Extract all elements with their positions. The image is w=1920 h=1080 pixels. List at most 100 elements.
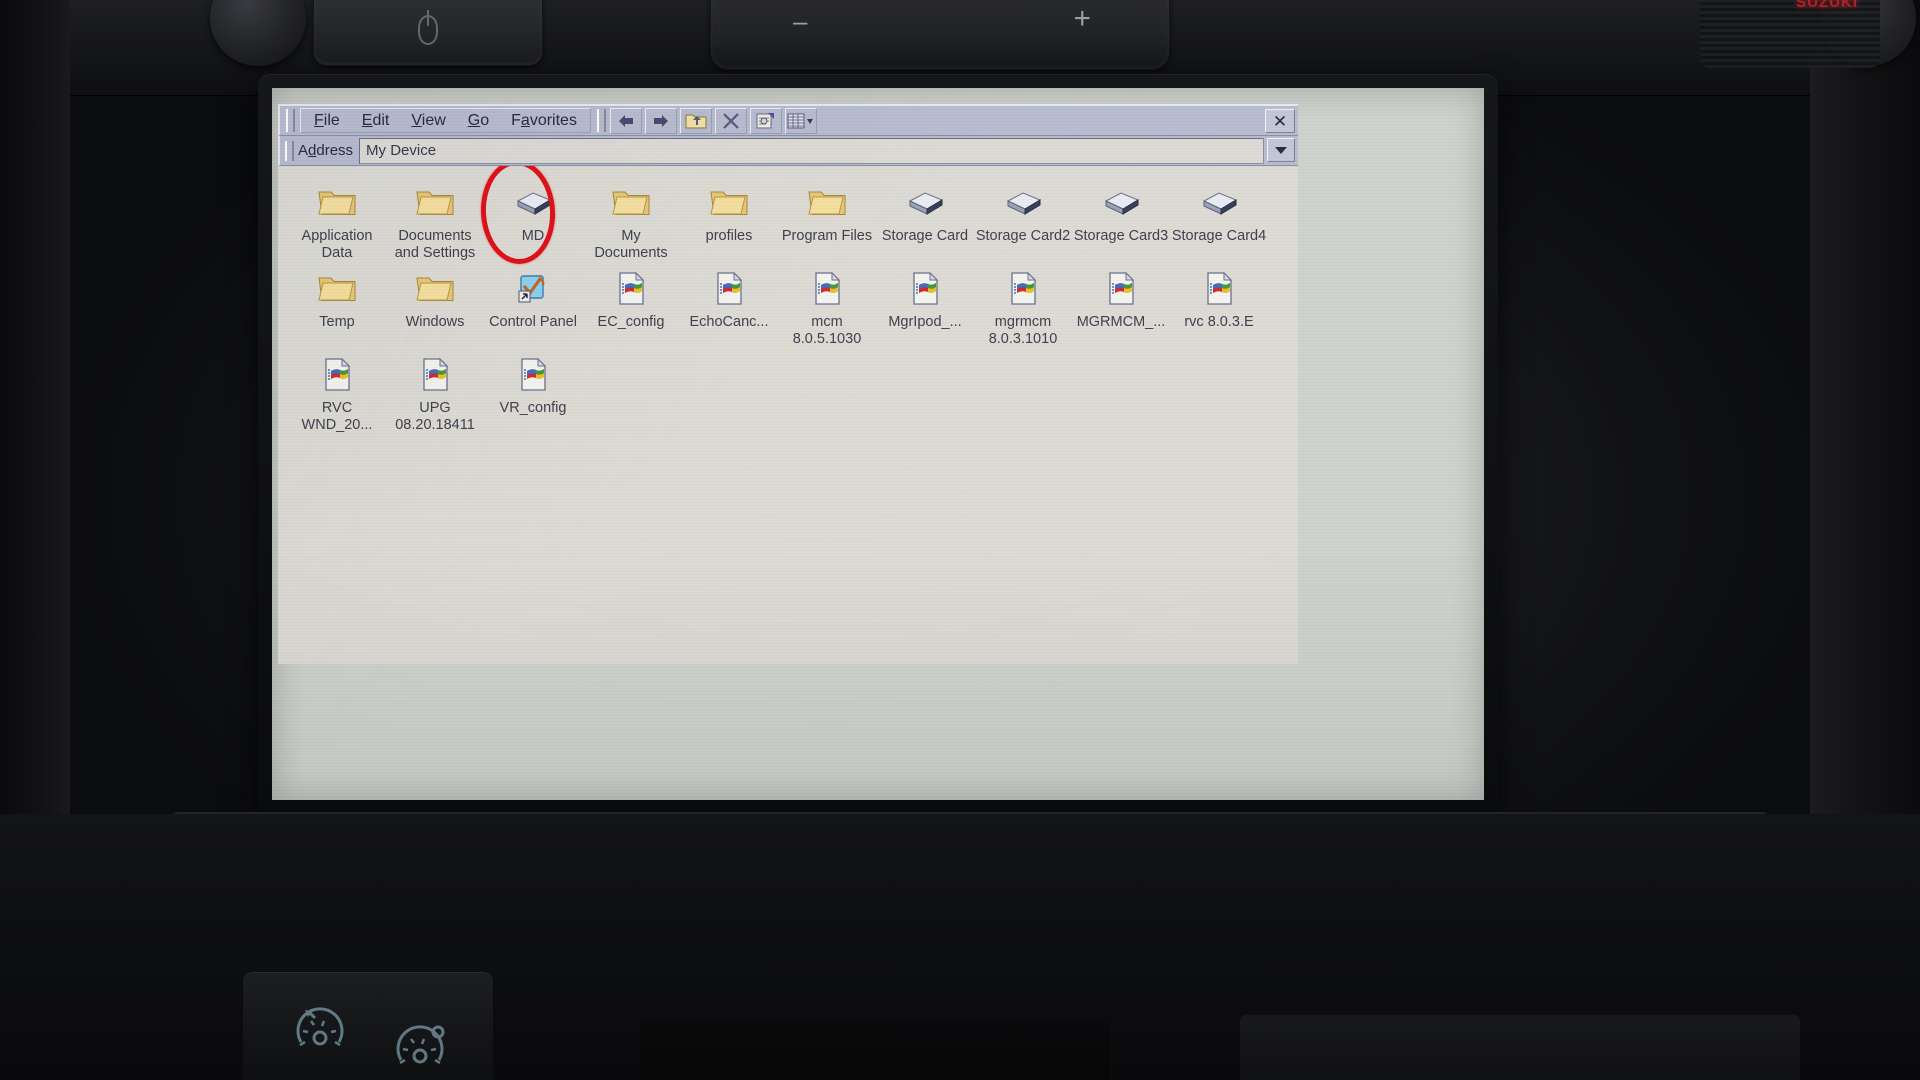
file-item[interactable]: Storage Card2 (974, 176, 1072, 262)
file-icon-wrap (1002, 180, 1044, 224)
view-mode-button[interactable] (784, 107, 817, 134)
file-icon-wrap (904, 266, 946, 310)
file-item[interactable]: My Documents (582, 176, 680, 262)
exe-file-icon (325, 357, 351, 391)
file-icon-wrap (316, 266, 358, 310)
file-row: Temp Windows Control Panel EC_config Ech… (288, 262, 1290, 348)
back-button[interactable] (609, 107, 642, 134)
file-row: RVC WND_20... UPG 08.20.18411 VR_config (288, 348, 1290, 434)
exe-file-icon (1207, 271, 1233, 305)
file-item[interactable]: profiles (680, 176, 778, 262)
file-item[interactable]: MGRMCM_... (1072, 262, 1170, 348)
toolbar-grip[interactable] (596, 109, 606, 132)
speed-limiter-button[interactable] (391, 1020, 449, 1078)
folder-up-icon (685, 114, 707, 128)
file-icon-wrap (316, 352, 358, 396)
file-item[interactable]: MD (484, 176, 582, 262)
menu-item-file[interactable]: File (303, 110, 351, 132)
address-label: Address (298, 142, 354, 159)
toolbar (609, 107, 818, 134)
file-icon-wrap (512, 180, 554, 224)
file-item[interactable]: Application Data (288, 176, 386, 262)
file-item[interactable]: EchoCanc... (680, 262, 778, 348)
file-item[interactable]: rvc 8.0.3.E (1170, 262, 1268, 348)
volume-down-button[interactable]: – (793, 8, 807, 34)
exe-file-icon (913, 271, 939, 305)
close-button[interactable]: ✕ (1265, 109, 1295, 133)
file-item[interactable]: Storage Card (876, 176, 974, 262)
forward-button[interactable] (644, 107, 677, 134)
switch-pod (243, 972, 493, 1080)
address-dropdown-button[interactable] (1267, 138, 1295, 162)
folder-icon (808, 191, 846, 215)
control-panel-shortcut-icon (518, 275, 545, 303)
file-item-label: Storage Card2 (975, 228, 1071, 244)
file-item[interactable]: mgrmcm 8.0.3.1010 (974, 262, 1072, 348)
file-item[interactable]: Storage Card3 (1072, 176, 1170, 262)
file-item-label: mcm 8.0.5.1030 (792, 314, 862, 347)
file-icon-wrap (1198, 266, 1240, 310)
center-storage-bin (640, 1020, 1110, 1080)
file-explorer-window[interactable]: File Edit View Go Favorites ✕ Address My… (278, 104, 1298, 664)
address-grip[interactable] (285, 140, 294, 161)
exe-file-icon (521, 357, 547, 391)
address-input[interactable]: My Device (359, 137, 1264, 164)
menu-item-file-rest: ile (323, 111, 340, 129)
file-item[interactable]: VR_config (484, 348, 582, 434)
exe-file-icon (1011, 271, 1037, 305)
file-item-label: Storage Card3 (1073, 228, 1169, 244)
menu-item-edit-rest: dit (372, 111, 390, 129)
file-icon-wrap (610, 180, 652, 224)
exe-file-icon (423, 357, 449, 391)
exe-file-icon (619, 271, 645, 305)
folder-icon (318, 191, 356, 215)
file-icon-wrap (610, 266, 652, 310)
menu-item-go-rest: o (480, 111, 490, 129)
file-item-label: Storage Card (881, 228, 969, 244)
file-item[interactable]: Storage Card4 (1170, 176, 1268, 262)
file-item[interactable]: EC_config (582, 262, 680, 348)
file-icon-wrap (512, 352, 554, 396)
file-item[interactable]: RVC WND_20... (288, 348, 386, 434)
car-dashboard: – + SUZUKI File Edit View Go Favorites ✕… (0, 0, 1920, 1080)
drive-icon (1104, 192, 1140, 215)
file-item[interactable]: Control Panel (484, 262, 582, 348)
menu-item-view-rest: iew (421, 111, 446, 129)
menu-item-favorites-rest: vorites (529, 111, 577, 129)
file-item[interactable]: mcm 8.0.5.1030 (778, 262, 876, 348)
view-list-icon (787, 113, 813, 128)
exe-file-icon (815, 271, 841, 305)
file-item-label: Windows (405, 314, 465, 330)
menu-item-favorites[interactable]: Favorites (500, 110, 588, 132)
folder-icon (416, 191, 454, 215)
file-list-pane[interactable]: Application Data Documents and Settings … (278, 166, 1298, 664)
volume-up-button[interactable]: + (1073, 4, 1091, 34)
menu-item-go[interactable]: Go (457, 110, 500, 132)
properties-button[interactable] (749, 107, 782, 134)
close-x-icon (723, 112, 739, 129)
file-item[interactable]: Program Files (778, 176, 876, 262)
file-item[interactable]: MgrIpod_... (876, 262, 974, 348)
menu-item-edit[interactable]: Edit (351, 110, 401, 132)
file-item[interactable]: UPG 08.20.18411 (386, 348, 484, 434)
file-item[interactable]: Temp (288, 262, 386, 348)
file-icon-wrap (414, 352, 456, 396)
command-bar: File Edit View Go Favorites ✕ (278, 104, 1298, 136)
menu-grip[interactable] (286, 109, 295, 132)
file-item-label: UPG 08.20.18411 (395, 400, 475, 433)
volume-rocker[interactable]: – + (710, 0, 1170, 70)
cruise-control-button[interactable] (291, 1002, 349, 1060)
lcd-screen[interactable]: File Edit View Go Favorites ✕ Address My… (272, 88, 1484, 800)
up-folder-button[interactable] (679, 107, 712, 134)
file-item[interactable]: Documents and Settings (386, 176, 484, 262)
delete-button[interactable] (714, 107, 747, 134)
menu-bar: File Edit View Go Favorites (300, 108, 591, 133)
file-item-label: VR_config (499, 400, 567, 416)
menu-item-view[interactable]: View (400, 110, 456, 132)
file-item[interactable]: Windows (386, 262, 484, 348)
address-bar: Address My Device (278, 136, 1298, 166)
file-icon-wrap (1002, 266, 1044, 310)
file-icon-wrap (1100, 266, 1142, 310)
file-item-label: My Documents (594, 228, 668, 261)
power-button[interactable] (313, 0, 543, 66)
